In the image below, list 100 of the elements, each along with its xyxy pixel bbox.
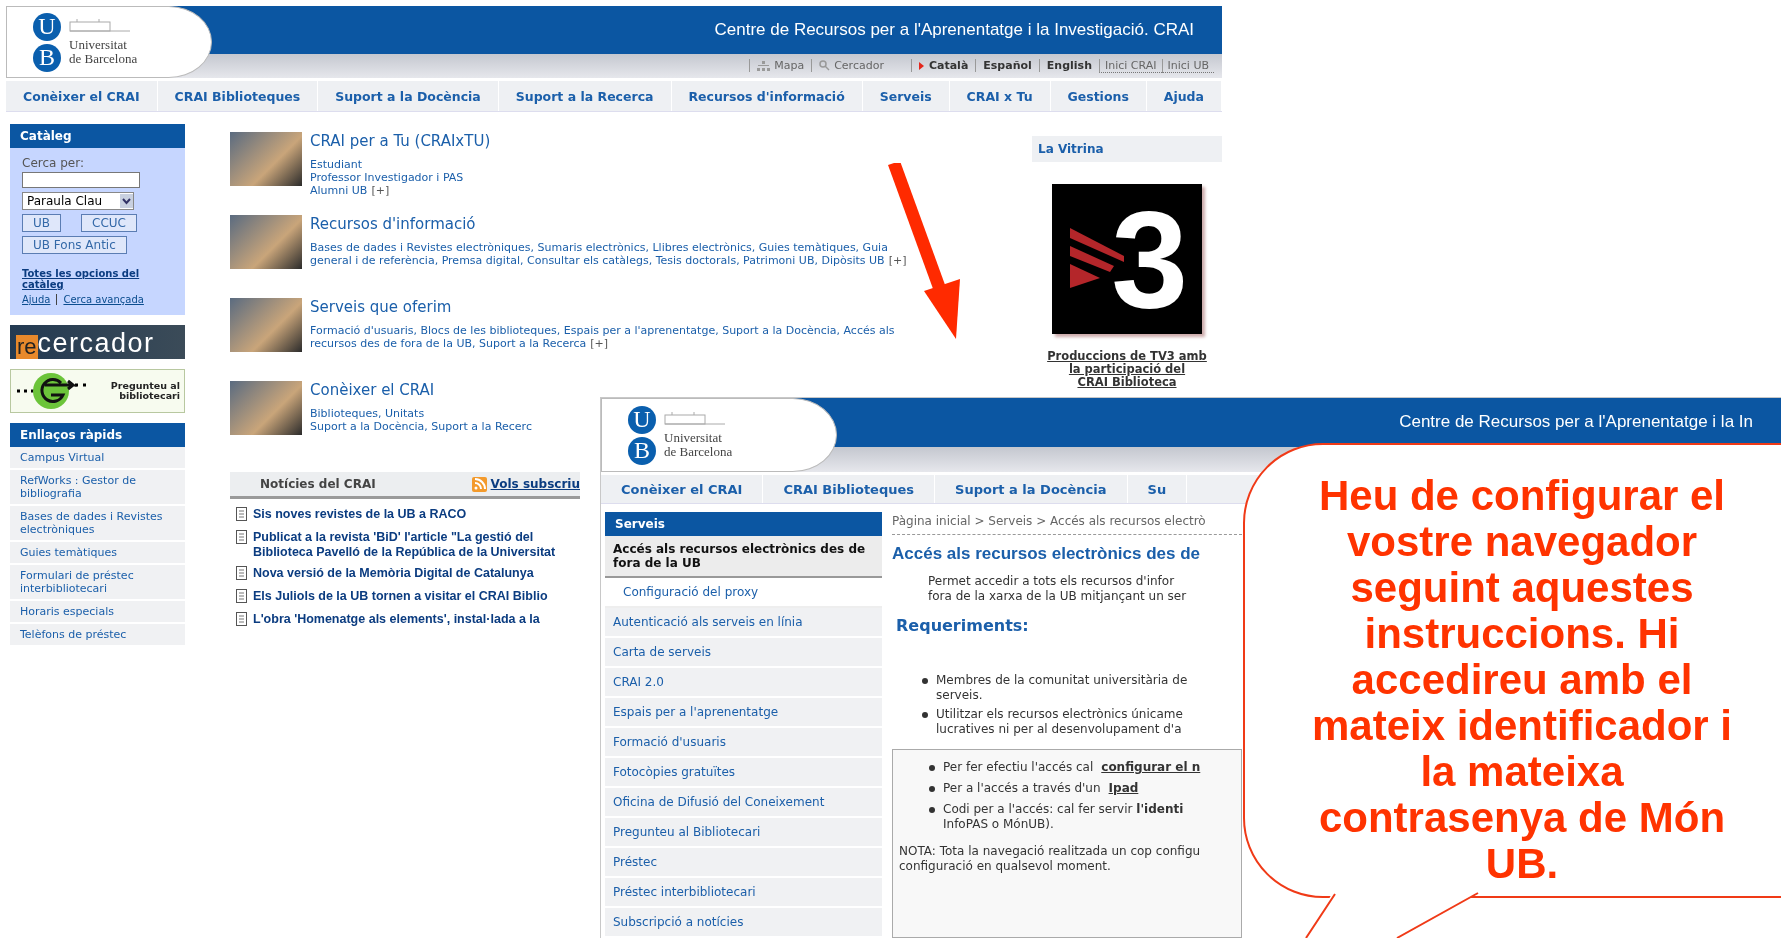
sidebar-item[interactable]: Oficina de Difusió del Coneixement <box>605 788 882 818</box>
requirement-text: Membres de la comunitat universitària de serveis. <box>936 673 1188 703</box>
news-link[interactable]: Els Juliols de la UB tornen a visitar el CRAI Biblio <box>253 589 548 604</box>
sidebar-item[interactable]: Pregunteu al Bibliotecari <box>605 818 882 848</box>
nav-tab[interactable]: Gestions <box>1050 81 1147 111</box>
logo-letter: B <box>33 43 61 72</box>
nav-tab[interactable]: CRAI Biblioteques <box>763 475 936 503</box>
section-links[interactable]: Bases de dades i Revistes electròniques, Sumaris electrònics, Llibres electrònics, Guies temàtiques, Guia <box>310 241 888 254</box>
logo-numeral: 3 <box>1111 190 1188 328</box>
quick-link[interactable]: Horaris especials <box>10 601 185 624</box>
section-links[interactable]: Formació d'usuaris, Blocs de les biblioteques, Espais per a l'aprenentatge, Suport a la Docència, Accés als <box>310 324 895 337</box>
breadcrumb: Pàgina inicial > Serveis > Accés als recursos electrò <box>892 512 1242 535</box>
photo-placeholder <box>230 381 302 435</box>
bullet-icon <box>929 807 935 813</box>
quick-link[interactable]: Guies temàtiques <box>10 542 185 565</box>
showcase-title: La Vitrina <box>1032 136 1222 162</box>
section-links[interactable]: Professor Investigador i PAS <box>310 171 464 184</box>
logo-letter: U <box>628 405 656 434</box>
building-icon <box>69 18 131 32</box>
search-icon <box>819 60 831 72</box>
language-link[interactable]: English <box>1038 59 1099 73</box>
quick-link[interactable]: Telèfons de préstec <box>10 624 185 647</box>
note-link[interactable]: configurar el n <box>1101 760 1201 774</box>
sidebar-item[interactable]: Autenticació als serveis en línia <box>605 608 882 638</box>
sidebar-item[interactable]: Espais per a l'aprenentatge <box>605 698 882 728</box>
news-link[interactable]: Publicat a la revista 'BiD' l'article "La gestió del Biblioteca Pavelló de la República de la Universitat <box>253 530 556 560</box>
more-link[interactable]: [+] <box>888 254 907 267</box>
recercador-banner[interactable]: recercador <box>10 325 185 359</box>
document-icon <box>236 530 248 544</box>
section-links[interactable]: Biblioteques, Unitats <box>310 407 425 420</box>
sidebar-item[interactable]: Subscripció a notícies <box>605 908 882 938</box>
panel-title: Enllaços ràpids <box>10 423 185 447</box>
subscribe-link[interactable]: Vols subscriu <box>490 477 580 491</box>
home-link[interactable]: Inici CRAI <box>1099 58 1162 73</box>
nav-tab[interactable]: Conèixer el CRAI <box>6 81 158 111</box>
section-title[interactable]: Serveis que oferim <box>310 298 895 316</box>
field-label: Cerca per: <box>22 156 84 170</box>
sidebar-item[interactable]: Fotocòpies gratuïtes <box>605 758 882 788</box>
catalog-link[interactable]: Cerca avançada <box>56 294 144 305</box>
sidebar-item[interactable]: Carta de serveis <box>605 638 882 668</box>
catalog-button[interactable]: UB <box>22 214 61 232</box>
section-links[interactable]: general i de referència, Premsa digital, Consultar els catàlegs, Tesis doctorals, Patrimoni UB, Dipòsits UB <box>310 254 885 267</box>
nav-tab[interactable]: Suport a la Recerca <box>498 81 672 111</box>
note-link[interactable]: Ipad <box>1108 781 1139 795</box>
language-link[interactable]: Español <box>975 59 1039 73</box>
search-field[interactable] <box>22 172 140 188</box>
document-icon <box>236 566 248 580</box>
note-text: Per a l'accés a través d'un <box>943 781 1101 796</box>
nav-tab[interactable]: CRAI Biblioteques <box>157 81 319 111</box>
section-title[interactable]: CRAI per a Tu (CRAIxTU) <box>310 132 491 150</box>
news-link[interactable]: Nova versió de la Memòria Digital de Catalunya <box>253 566 534 581</box>
section-links[interactable]: recursos des de fora de la UB, Suport a la Recerca <box>310 337 587 350</box>
nav-tab[interactable]: Su <box>1127 475 1188 503</box>
catalog-link[interactable]: Ajuda <box>22 294 51 305</box>
news-link[interactable]: L'obra 'Homenatge als elements', instal·lada a la <box>253 612 540 627</box>
quick-link[interactable]: Bases de dades i Revistes electròniques <box>10 506 185 542</box>
sidebar-item[interactable]: Accés als recursos electrònics des de fora de la UB <box>605 536 882 578</box>
callout-text: Heu de configurar el vostre navegador seguint aquestes instruccions. Hi accedireu amb el mateix identificador i la mateixa contrasenya de Món UB. <box>1310 473 1734 887</box>
section-links[interactable]: Estudiant <box>310 158 363 171</box>
sidebar-item[interactable]: Préstec <box>605 848 882 878</box>
catalog-options-link[interactable]: Totes les opcions del catàleg <box>22 268 152 290</box>
catalog-button[interactable]: CCUC <box>81 214 137 232</box>
banner-text: Pregunteu al bibliotecari <box>110 381 180 401</box>
nav-tab[interactable]: Ajuda <box>1146 81 1222 111</box>
quick-link[interactable]: Campus Virtual <box>10 447 185 470</box>
note-text: Codi per a l'accés: cal fer servir l'identi InfoPAS o MónUB). <box>943 802 1184 832</box>
nav-tab[interactable]: Recursos d'informació <box>671 81 863 111</box>
university-name: Universitat de Barcelona <box>69 38 138 66</box>
quick-link[interactable]: Formulari de préstec interbibliotecari <box>10 565 185 601</box>
showcase-link[interactable]: Produccions de TV3 amb la participació del CRAI Biblioteca <box>1047 350 1207 389</box>
catalog-button[interactable]: UB Fons Antic <box>22 236 127 254</box>
nav-tab[interactable]: Suport a la Docència <box>935 475 1128 503</box>
university-name: Universitat de Barcelona <box>664 431 733 460</box>
nav-tab[interactable]: Serveis <box>862 81 950 111</box>
rss-icon <box>471 476 487 492</box>
logo-letter: U <box>33 12 61 41</box>
caret-icon <box>120 194 133 208</box>
banner-text: cercador <box>37 327 155 359</box>
keyword-select[interactable]: Paraula Clau <box>22 192 134 210</box>
ask-librarian-banner[interactable]: Pregunteu al bibliotecari <box>10 369 185 413</box>
news-link[interactable]: Sis noves revistes de la UB a RACO <box>253 507 467 522</box>
nav-tab[interactable]: CRAI x Tu <box>949 81 1051 111</box>
section-title[interactable]: Conèixer el CRAI <box>310 381 532 399</box>
quick-link[interactable]: RefWorks : Gestor de bibliografia <box>10 470 185 506</box>
nav-tab[interactable]: Conèixer el CRAI <box>601 475 764 503</box>
section-links[interactable]: Suport a la Docència, Suport a la Recerc <box>310 420 532 433</box>
sidebar-item[interactable]: CRAI 2.0 <box>605 668 882 698</box>
nav-tab[interactable]: Suport a la Docència <box>318 81 499 111</box>
document-icon <box>236 589 248 603</box>
home-link[interactable]: Inici UB <box>1161 58 1214 73</box>
sidebar-item[interactable]: Préstec interbibliotecari <box>605 878 882 908</box>
section-title[interactable]: Recursos d'informació <box>310 215 907 233</box>
more-link[interactable]: [+] <box>590 337 609 350</box>
language-link[interactable]: Català <box>910 59 976 73</box>
sidebar-item[interactable]: Formació d'usuaris <box>605 728 882 758</box>
banner-prefix: re <box>16 335 38 359</box>
utility-link[interactable]: Mapa <box>749 59 812 73</box>
utility-link[interactable]: Cercador <box>811 59 891 73</box>
section-links[interactable]: Alumni UB <box>310 184 368 197</box>
more-link[interactable]: [+] <box>371 184 390 197</box>
